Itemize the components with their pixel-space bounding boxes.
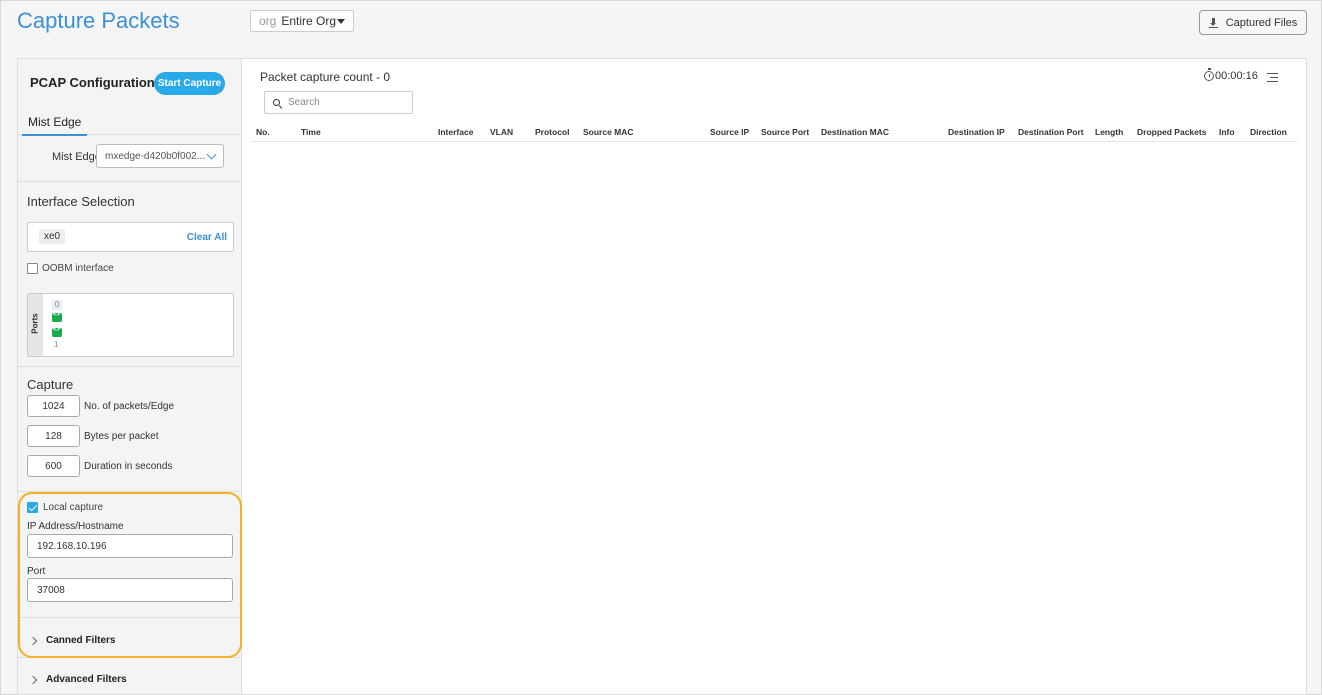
port-icon[interactable] xyxy=(52,312,62,322)
ports-label: Ports xyxy=(30,313,40,334)
packets-per-edge-label: No. of packets/Edge xyxy=(84,401,175,412)
column-header[interactable]: Destination Port xyxy=(1018,127,1084,137)
interface-chip[interactable]: xe0 xyxy=(39,229,66,244)
chevron-right-icon xyxy=(28,675,38,684)
column-header[interactable]: Interface xyxy=(438,127,473,137)
mist-edge-select[interactable]: mxedge-d420b0f002... xyxy=(96,144,224,168)
ip-address-input[interactable]: 192.168.10.196 xyxy=(27,534,233,558)
capture-timer: 00:00:16 xyxy=(1204,68,1258,82)
column-header[interactable]: Direction xyxy=(1250,127,1287,137)
tab-bar: Mist Edge xyxy=(18,111,241,136)
oobm-label: OOBM interface xyxy=(42,263,114,274)
column-header[interactable]: Source Port xyxy=(761,127,809,137)
canned-filters-label: Canned Filters xyxy=(46,635,116,646)
column-header[interactable]: Protocol xyxy=(535,127,569,137)
port-icon[interactable] xyxy=(52,327,62,337)
start-capture-button[interactable]: Start Capture xyxy=(154,72,225,95)
advanced-filters-label: Advanced Filters xyxy=(46,674,127,685)
port-number-top: 0 xyxy=(52,300,62,310)
mist-edge-row: Mist Edge mxedge-d420b0f002... xyxy=(18,144,241,182)
divider xyxy=(18,491,241,492)
oobm-checkbox[interactable] xyxy=(27,263,38,274)
local-capture-label: Local capture xyxy=(43,502,104,513)
pcap-config-panel: PCAP Configuration Start Capture Mist Ed… xyxy=(17,58,242,695)
duration-input[interactable]: 600 xyxy=(27,455,80,477)
tab-mist-edge[interactable]: Mist Edge xyxy=(22,111,88,136)
column-header[interactable]: Destination MAC xyxy=(821,127,889,137)
timer-value: 00:00:16 xyxy=(1215,70,1258,82)
column-header[interactable]: Source MAC xyxy=(583,127,634,137)
oobm-row: OOBM interface xyxy=(27,263,114,274)
port-number-bottom: 1 xyxy=(54,340,59,349)
captured-files-button[interactable]: Captured Files xyxy=(1199,10,1307,35)
divider xyxy=(18,366,241,367)
column-header[interactable]: Length xyxy=(1095,127,1123,137)
captured-files-label: Captured Files xyxy=(1225,16,1298,29)
search-icon xyxy=(273,99,280,106)
bytes-per-packet-label: Bytes per packet xyxy=(84,431,159,442)
local-capture-row: Local capture xyxy=(27,502,103,513)
interface-selection-title: Interface Selection xyxy=(27,194,135,209)
ports-label-column: Ports xyxy=(28,294,43,356)
column-header[interactable]: VLAN xyxy=(490,127,513,137)
caret-down-icon xyxy=(337,18,345,24)
mist-edge-value: mxedge-d420b0f002... xyxy=(105,150,206,162)
download-icon xyxy=(1208,17,1218,28)
canned-filters-toggle[interactable]: Canned Filters xyxy=(28,635,116,646)
port-input[interactable]: 37008 xyxy=(27,578,233,602)
interface-selection-field[interactable]: xe0 Clear All xyxy=(27,222,234,252)
packets-per-edge-input[interactable]: 1024 xyxy=(27,395,80,417)
advanced-filters-toggle[interactable]: Advanced Filters xyxy=(28,674,127,685)
divider xyxy=(18,617,241,618)
column-header[interactable]: No. xyxy=(256,127,270,137)
column-header[interactable]: Dropped Packets xyxy=(1137,127,1206,137)
capture-title: Capture xyxy=(27,377,74,392)
search-box[interactable] xyxy=(264,91,413,114)
pcap-config-title: PCAP Configuration xyxy=(30,75,155,90)
org-value: Entire Org xyxy=(281,14,337,28)
column-header[interactable]: Info xyxy=(1219,127,1235,137)
clear-all-link[interactable]: Clear All xyxy=(187,232,227,243)
table-header: No. Time Interface VLAN Protocol Source … xyxy=(250,122,1297,142)
packet-count-title: Packet capture count - 0 xyxy=(260,70,391,84)
column-header[interactable]: Destination IP xyxy=(948,127,1005,137)
org-selector[interactable]: org Entire Org xyxy=(250,10,354,32)
column-header[interactable]: Source IP xyxy=(710,127,749,137)
chevron-right-icon xyxy=(28,636,38,645)
ports-diagram: Ports 0 1 xyxy=(27,293,234,357)
org-prefix: org xyxy=(259,14,277,28)
chevron-down-icon xyxy=(206,149,217,160)
local-capture-checkbox[interactable] xyxy=(27,502,38,513)
ip-address-label: IP Address/Hostname xyxy=(27,521,124,532)
port-label: Port xyxy=(27,566,46,577)
page-title: Capture Packets xyxy=(17,8,180,33)
stopwatch-icon xyxy=(1204,68,1214,81)
bytes-per-packet-input[interactable]: 128 xyxy=(27,425,80,447)
column-header[interactable]: Time xyxy=(301,127,321,137)
packet-capture-panel: Packet capture count - 0 00:00:16 No. Ti… xyxy=(242,58,1307,695)
duration-label: Duration in seconds xyxy=(84,461,173,472)
column-settings-icon[interactable] xyxy=(1267,73,1278,82)
mist-edge-label: Mist Edge xyxy=(52,151,101,163)
divider xyxy=(18,657,241,658)
search-input[interactable] xyxy=(288,97,398,108)
